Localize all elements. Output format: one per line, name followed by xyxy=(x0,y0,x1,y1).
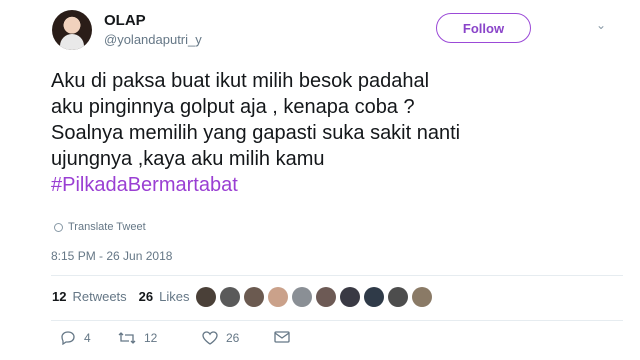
retweets-label[interactable]: Retweets xyxy=(72,289,126,304)
divider xyxy=(51,320,623,321)
reply-icon xyxy=(61,331,75,345)
tweet-stats: 12 Retweets 26 Likes xyxy=(52,289,190,304)
liker-avatar[interactable] xyxy=(196,287,216,307)
liker-avatar[interactable] xyxy=(388,287,408,307)
liker-avatar[interactable] xyxy=(364,287,384,307)
retweet-icon xyxy=(118,332,136,344)
liker-avatar[interactable] xyxy=(244,287,264,307)
liker-avatar[interactable] xyxy=(316,287,336,307)
retweets-count[interactable]: 12 xyxy=(52,289,66,304)
liker-avatar[interactable] xyxy=(292,287,312,307)
globe-icon xyxy=(54,222,63,232)
like-count: 26 xyxy=(226,331,240,345)
tweet-line: ujungnya ,kaya aku milih kamu xyxy=(51,148,325,170)
message-button[interactable] xyxy=(274,331,290,343)
chevron-down-icon[interactable]: ⌄ xyxy=(596,18,606,32)
envelope-icon xyxy=(274,331,290,343)
retweet-count: 12 xyxy=(144,331,158,345)
like-button[interactable]: 26 xyxy=(202,331,239,345)
tweet-timestamp[interactable]: 8:15 PM - 26 Jun 2018 xyxy=(51,249,172,263)
tweet-line: Aku di paksa buat ikut milih besok padah… xyxy=(51,70,430,92)
likes-label[interactable]: Likes xyxy=(159,289,189,304)
retweet-button[interactable]: 12 xyxy=(118,331,157,345)
reply-count: 4 xyxy=(84,331,91,345)
follow-button[interactable]: Follow xyxy=(436,13,531,43)
hashtag-link[interactable]: #PilkadaBermartabat xyxy=(51,172,621,198)
liker-avatar[interactable] xyxy=(220,287,240,307)
translate-tweet-link[interactable]: Translate Tweet xyxy=(54,221,146,233)
tweet-line: aku pinginnya golput aja , kenapa coba ? xyxy=(51,96,415,118)
avatar[interactable] xyxy=(52,10,92,50)
heart-icon xyxy=(202,331,218,345)
liker-avatars xyxy=(196,287,432,307)
liker-avatar[interactable] xyxy=(340,287,360,307)
user-handle[interactable]: @yolandaputri_y xyxy=(104,32,202,47)
likes-count[interactable]: 26 xyxy=(139,289,153,304)
translate-label: Translate Tweet xyxy=(68,221,146,233)
tweet-line: Soalnya memilih yang gapasti suka sakit … xyxy=(51,122,461,144)
reply-button[interactable]: 4 xyxy=(60,331,91,345)
tweet-text: Aku di paksa buat ikut milih besok padah… xyxy=(51,68,621,198)
tweet-actions: 4 12 26 xyxy=(0,331,640,351)
liker-avatar[interactable] xyxy=(412,287,432,307)
user-name[interactable]: OLAP xyxy=(104,12,146,29)
divider xyxy=(51,275,623,276)
liker-avatar[interactable] xyxy=(268,287,288,307)
